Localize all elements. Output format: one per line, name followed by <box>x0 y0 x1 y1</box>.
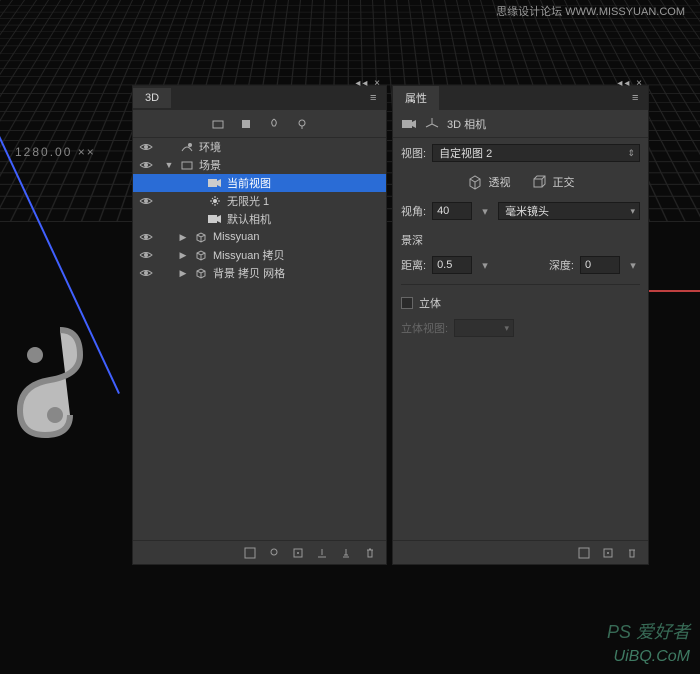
visibility-toggle[interactable] <box>137 160 155 170</box>
panel-properties: ◂◂ × 属性 ≡ 3D 相机 视图: 自定视图 2 透视 正交 视角: ▾ <box>392 85 649 565</box>
watermark-uibq: UiBQ.CoM <box>614 648 690 666</box>
filter-bulb-icon[interactable] <box>295 117 309 131</box>
cube-ortho-icon <box>531 174 547 190</box>
panel-menu-button[interactable]: ≡ <box>370 92 384 104</box>
fov-input[interactable] <box>432 202 472 220</box>
separator <box>401 284 640 285</box>
cube-perspective-icon <box>467 174 483 190</box>
disclosure-triangle[interactable]: ▼ <box>163 160 175 170</box>
filter-material-icon[interactable] <box>239 117 253 131</box>
scene-icon <box>179 159 195 171</box>
properties-body: 视图: 自定视图 2 透视 正交 视角: ▾ 毫米镜头 景深 距离: ▾ 深度: <box>393 138 648 540</box>
tree-item-label: 当前视图 <box>227 175 386 191</box>
tree-row[interactable]: 当前视图 <box>133 174 386 192</box>
tree-item-label: 环境 <box>199 139 386 155</box>
depth-label: 深度: <box>549 257 574 273</box>
camera-icon <box>401 118 417 130</box>
panel-3d: ◂◂ × 3D ≡ 环境▼场景当前视图无限光 1默认相机▶Missyuan▶Mi… <box>132 85 387 565</box>
depth-input[interactable] <box>580 256 620 274</box>
panel-menu-button[interactable]: ≡ <box>632 92 646 104</box>
tree-row[interactable]: 无限光 1 <box>133 192 386 210</box>
visibility-toggle[interactable] <box>137 250 155 260</box>
coordinates-icon[interactable] <box>425 117 439 131</box>
coordinate-readout: 1280.00 ×× <box>15 145 96 159</box>
tree-item-label: Missyuan <box>213 231 386 243</box>
3d-object-letter <box>0 320 90 450</box>
orthographic-button[interactable]: 正交 <box>531 174 575 190</box>
footer-move-to-icon[interactable] <box>602 547 614 559</box>
panel-tabbar: 属性 ≡ <box>393 86 648 110</box>
footer-trash-icon[interactable] <box>626 547 638 559</box>
view-dropdown[interactable]: 自定视图 2 <box>432 144 640 162</box>
depth-stepper[interactable]: ▾ <box>626 259 640 272</box>
stereo-view-dropdown <box>454 319 514 337</box>
visibility-toggle[interactable] <box>137 142 155 152</box>
distance-input[interactable] <box>432 256 472 274</box>
footer-constrain-icon[interactable] <box>292 547 304 559</box>
environment-icon <box>179 141 195 153</box>
fov-stepper[interactable]: ▾ <box>478 205 492 218</box>
camera-icon <box>207 178 223 188</box>
visibility-toggle[interactable] <box>137 196 155 206</box>
mesh-icon <box>193 249 209 261</box>
tree-row[interactable]: ▶ 背景 拷贝 网格 <box>133 264 386 282</box>
tree-row[interactable]: ▼ 场景 <box>133 156 386 174</box>
disclosure-triangle[interactable]: ▶ <box>177 250 189 261</box>
filter-mesh-icon[interactable] <box>211 117 225 131</box>
perspective-button[interactable]: 透视 <box>467 174 511 190</box>
filter-light-icon[interactable] <box>267 117 281 131</box>
footer-render-icon[interactable] <box>578 547 590 559</box>
visibility-toggle[interactable] <box>137 232 155 242</box>
footer-snap-icon[interactable] <box>340 547 352 559</box>
tree-row[interactable]: ▶ Missyuan <box>133 228 386 246</box>
tree-item-label: 场景 <box>199 157 386 173</box>
mesh-icon <box>193 267 209 279</box>
footer-light-icon[interactable] <box>268 547 280 559</box>
disclosure-triangle[interactable]: ▶ <box>177 232 189 243</box>
disclosure-triangle[interactable]: ▶ <box>177 268 189 279</box>
visibility-toggle[interactable] <box>137 268 155 278</box>
panel-3d-footer <box>133 540 386 564</box>
view-label: 视图: <box>401 145 426 161</box>
stereo-label: 立体 <box>419 295 441 311</box>
footer-render-icon[interactable] <box>244 547 256 559</box>
properties-header: 3D 相机 <box>393 110 648 138</box>
mesh-icon <box>193 231 209 243</box>
projection-row: 透视 正交 <box>401 170 640 194</box>
distance-label: 距离: <box>401 257 426 273</box>
tree-item-label: 无限光 1 <box>227 193 386 209</box>
light-icon <box>207 195 223 207</box>
camera-icon <box>207 214 223 224</box>
tree-item-label: 背景 拷贝 网格 <box>213 265 386 281</box>
watermark-ps: PS 爱好者 <box>607 618 690 644</box>
dof-section-label: 景深 <box>401 232 640 248</box>
tree-row[interactable]: ▶ Missyuan 拷贝 <box>133 246 386 264</box>
footer-trash-icon[interactable] <box>364 547 376 559</box>
properties-head-label: 3D 相机 <box>447 116 486 132</box>
scene-filter-row <box>133 110 386 138</box>
fov-label: 视角: <box>401 203 426 219</box>
lens-unit-dropdown[interactable]: 毫米镜头 <box>498 202 640 220</box>
watermark-top: 思缘设计论坛 WWW.MISSYUAN.COM <box>496 3 685 19</box>
panel-tab-properties[interactable]: 属性 <box>393 86 439 110</box>
tree-item-label: 默认相机 <box>227 211 386 227</box>
distance-stepper[interactable]: ▾ <box>478 259 492 272</box>
panel-tab-3d[interactable]: 3D <box>133 88 171 108</box>
panel-props-footer <box>393 540 648 564</box>
footer-ground-icon[interactable] <box>316 547 328 559</box>
scene-tree: 环境▼场景当前视图无限光 1默认相机▶Missyuan▶Missyuan 拷贝▶… <box>133 138 386 540</box>
stereo-view-label: 立体视图: <box>401 320 448 336</box>
panel-tabbar: 3D ≡ <box>133 86 386 110</box>
tree-row[interactable]: 默认相机 <box>133 210 386 228</box>
tree-row[interactable]: 环境 <box>133 138 386 156</box>
tree-item-label: Missyuan 拷贝 <box>213 247 386 263</box>
stereo-checkbox[interactable] <box>401 297 413 309</box>
